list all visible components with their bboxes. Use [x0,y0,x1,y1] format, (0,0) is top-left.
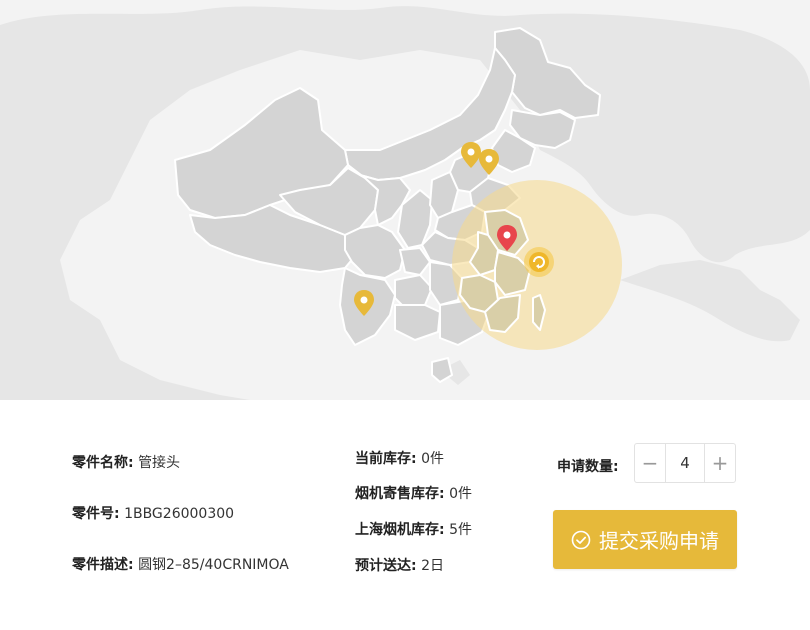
eta-value: 2日 [421,558,444,574]
current-stock-value: 0件 [421,451,444,467]
part-desc-label: 零件描述: [72,557,134,573]
consign-stock-row: 烟机寄售库存: 0件 [355,483,472,503]
consign-stock-label: 烟机寄售库存: [355,486,445,502]
part-name-label: 零件名称: [72,455,134,471]
province-guizhou[interactable] [394,274,433,309]
current-stock-row: 当前库存: 0件 [355,448,444,468]
province-hainan[interactable] [431,357,453,383]
quantity-input[interactable] [666,444,704,482]
part-number-row: 零件号: 1BBG26000300 [72,503,234,523]
check-circle-icon [571,530,591,549]
warehouse-map[interactable] [0,0,810,400]
current-stock-label: 当前库存: [355,451,417,467]
decrease-button[interactable]: − [635,444,666,482]
part-desc-value: 圆钢2–85/40CRNIMOA [138,557,289,573]
part-name-row: 零件名称: 管接头 [72,452,180,472]
part-number-value: 1BBG26000300 [124,506,235,522]
eta-label: 预计送达: [355,558,417,574]
submit-purchase-button[interactable]: 提交采购申请 [553,510,737,569]
quantity-stepper[interactable]: − + [634,443,736,483]
part-desc-row: 零件描述: 圆钢2–85/40CRNIMOA [72,554,289,574]
province-sichuan[interactable] [344,224,406,279]
shanghai-stock-row: 上海烟机库存: 5件 [355,519,472,539]
shanghai-stock-value: 5件 [449,522,472,538]
shanghai-stock-label: 上海烟机库存: [355,522,445,538]
eta-row: 预计送达: 2日 [355,555,444,575]
part-name-value: 管接头 [138,455,181,471]
quantity-label: 申请数量: [557,459,619,475]
province-guangxi[interactable] [394,304,441,341]
part-number-label: 零件号: [72,506,120,522]
center-warehouse-marker[interactable] [524,247,554,277]
consign-stock-value: 0件 [449,486,472,502]
submit-purchase-label: 提交采购申请 [599,529,719,553]
increase-button[interactable]: + [704,444,735,482]
background-landmass [620,260,800,342]
map-svg [0,6,810,400]
